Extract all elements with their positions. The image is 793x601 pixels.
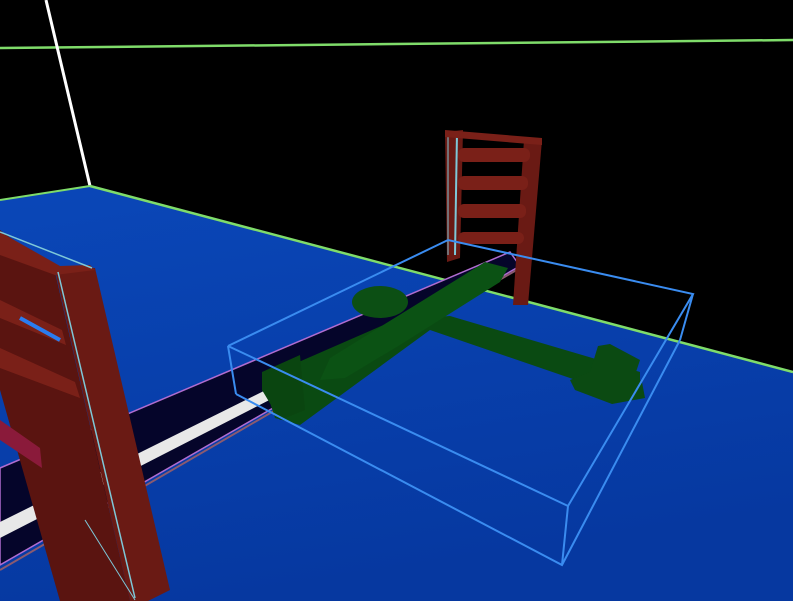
ladder-far-rung-1 [458,148,530,162]
3d-viewport[interactable] [0,0,793,601]
ladder-far-rung-4 [458,232,524,244]
airplane-cockpit [352,286,408,318]
scene-canvas[interactable] [0,0,793,601]
ladder-far-rung-2 [458,176,528,190]
ladder-far-rung-3 [458,204,526,218]
